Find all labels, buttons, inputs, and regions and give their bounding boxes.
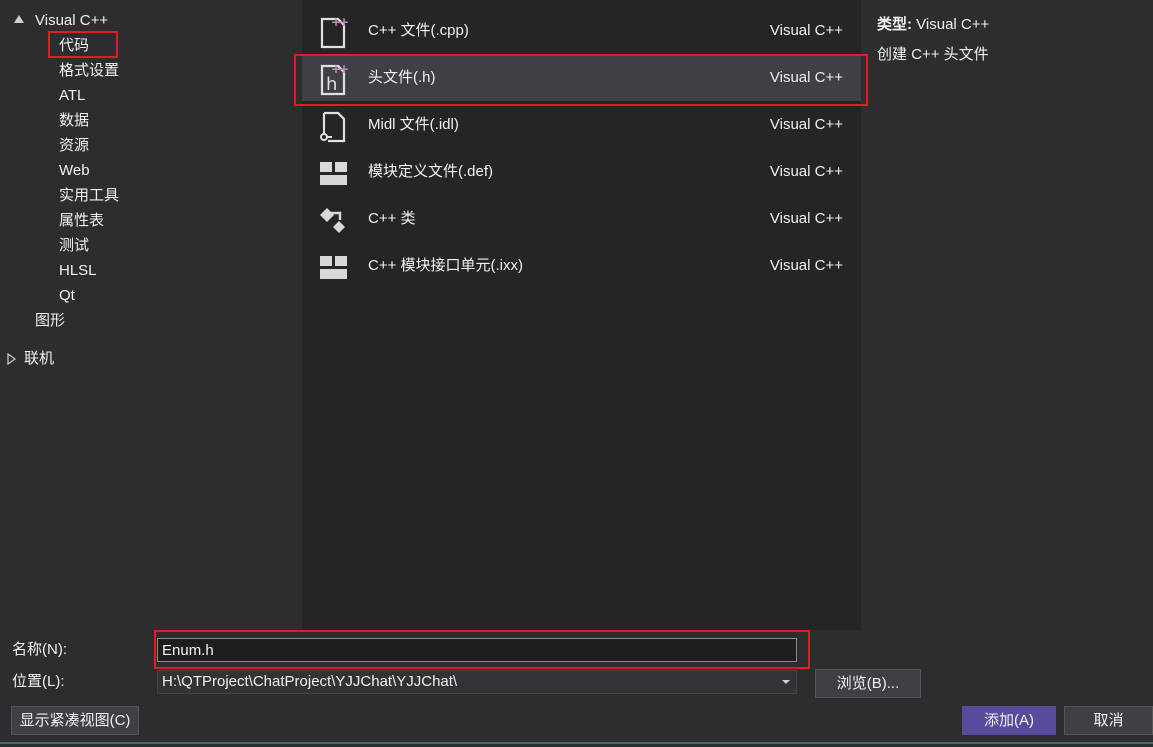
idl-file-icon xyxy=(320,111,346,143)
cpp-file-icon: + + xyxy=(320,15,349,49)
tree-item-test[interactable]: 测试 xyxy=(59,235,89,257)
expand-arrow-icon[interactable] xyxy=(14,15,24,23)
template-item-idl[interactable]: Midl 文件(.idl) Visual C++ xyxy=(302,101,861,148)
compact-view-button[interactable]: 显示紧凑视图(C) xyxy=(11,706,139,735)
tree-item-qt[interactable]: Qt xyxy=(59,285,75,307)
highlight-box xyxy=(48,31,118,58)
divider xyxy=(0,742,1153,744)
template-language: Visual C++ xyxy=(769,257,843,274)
tree-item-graphics[interactable]: 图形 xyxy=(35,310,65,332)
tree-item-hlsl[interactable]: HLSL xyxy=(59,260,97,282)
template-name: Midl 文件(.idl) xyxy=(368,116,459,133)
template-item-cpp[interactable]: + + C++ 文件(.cpp) Visual C++ xyxy=(302,7,861,54)
template-language: Visual C++ xyxy=(769,210,843,227)
tree-item-visual-cpp[interactable]: Visual C++ xyxy=(35,10,108,32)
location-combo[interactable]: H:\QTProject\ChatProject\YJJChat\YJJChat… xyxy=(157,670,797,694)
category-tree: Visual C++ 代码 格式设置 ATL 数据 资源 Web 实用工具 属性… xyxy=(0,0,300,630)
cpp-class-icon xyxy=(320,208,345,233)
chevron-down-icon[interactable] xyxy=(782,680,790,684)
highlight-box xyxy=(294,54,868,106)
tree-item-atl[interactable]: ATL xyxy=(59,85,85,107)
description: 创建 C++ 头文件 xyxy=(877,46,989,63)
template-language: Visual C++ xyxy=(769,116,843,133)
template-name: 模块定义文件(.def) xyxy=(368,163,494,180)
tree-item-data[interactable]: 数据 xyxy=(59,110,89,132)
template-language: Visual C++ xyxy=(769,22,843,39)
details-panel: 类型: Visual C++ 创建 C++ 头文件 xyxy=(877,14,1147,74)
svg-text:+: + xyxy=(339,15,349,29)
tree-item-formatting[interactable]: 格式设置 xyxy=(59,60,119,82)
type-label: 类型: xyxy=(877,16,912,33)
template-name: C++ 类 xyxy=(368,210,416,227)
location-value: H:\QTProject\ChatProject\YJJChat\YJJChat… xyxy=(162,673,458,690)
tree-item-property-sheet[interactable]: 属性表 xyxy=(59,210,104,232)
add-button[interactable]: 添加(A) xyxy=(962,706,1056,735)
module-def-icon xyxy=(320,162,347,185)
template-language: Visual C++ xyxy=(769,163,843,180)
highlight-box xyxy=(154,630,810,669)
module-interface-icon xyxy=(320,256,347,279)
tree-item-web[interactable]: Web xyxy=(59,160,90,182)
name-label: 名称(N): xyxy=(12,641,67,658)
tree-item-resource[interactable]: 资源 xyxy=(59,135,89,157)
cancel-button[interactable]: 取消 xyxy=(1064,706,1153,735)
template-item-ixx[interactable]: C++ 模块接口单元(.ixx) Visual C++ xyxy=(302,242,861,289)
template-item-def[interactable]: 模块定义文件(.def) Visual C++ xyxy=(302,148,861,195)
type-row: 类型: Visual C++ xyxy=(877,14,1147,44)
tree-item-utility[interactable]: 实用工具 xyxy=(59,185,119,207)
template-name: C++ 文件(.cpp) xyxy=(368,22,469,39)
template-item-class[interactable]: C++ 类 Visual C++ xyxy=(302,195,861,242)
tree-item-online[interactable]: 联机 xyxy=(24,348,54,370)
template-name: C++ 模块接口单元(.ixx) xyxy=(368,257,524,274)
collapse-arrow-icon[interactable] xyxy=(7,353,17,365)
type-value: Visual C++ xyxy=(916,16,990,33)
location-label: 位置(L): xyxy=(12,673,65,690)
browse-button[interactable]: 浏览(B)... xyxy=(815,669,921,698)
